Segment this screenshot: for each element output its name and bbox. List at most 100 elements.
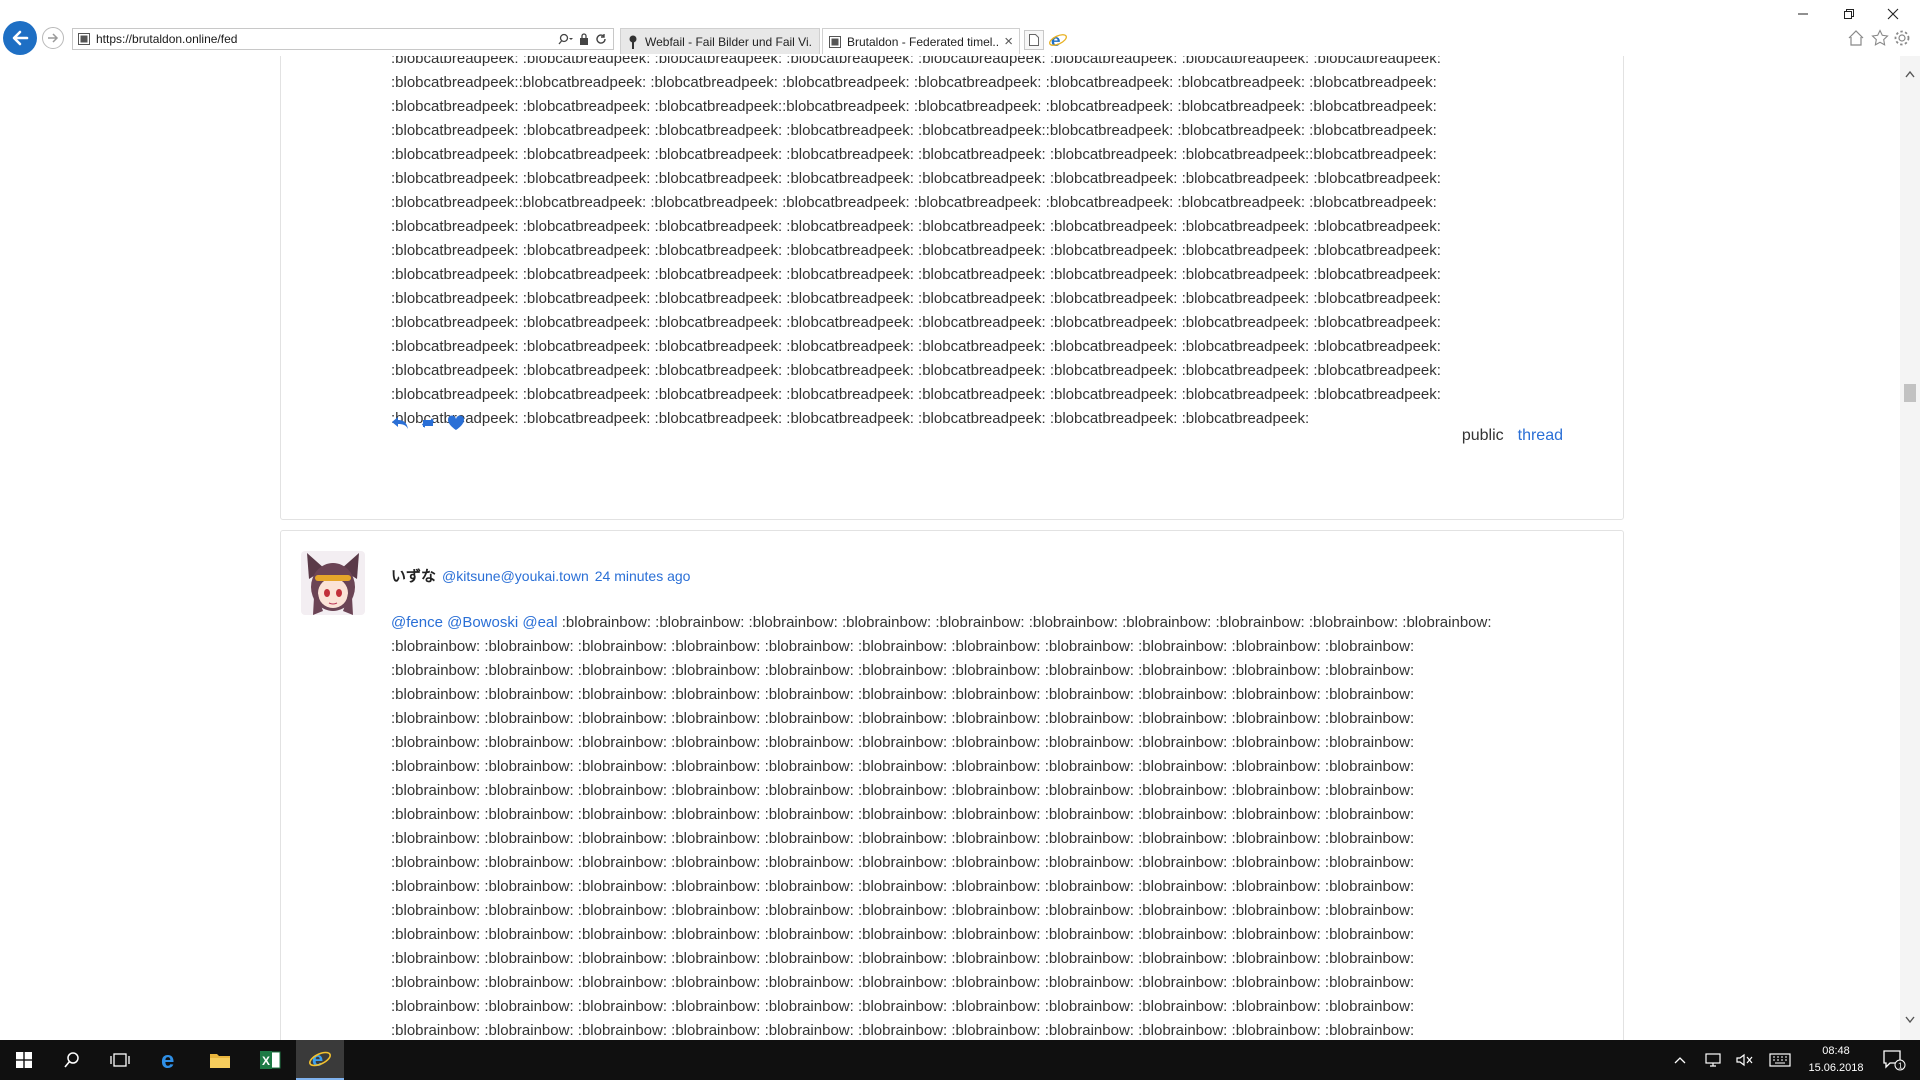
avatar[interactable]	[301, 551, 365, 615]
status-header: いずな @kitsune@youkai.town 24 minutes ago	[391, 565, 690, 586]
clock-date: 15.06.2018	[1808, 1062, 1864, 1074]
status-content-line: :blobrainbow: :blobrainbow: :blobrainbow…	[391, 782, 1415, 799]
status-card: :blobcatbreadpeek: :blobcatbreadpeek: :b…	[280, 56, 1624, 520]
timestamp-link[interactable]: 24 minutes ago	[595, 568, 691, 584]
svg-text:e: e	[161, 1049, 174, 1071]
status-content-line: :blobrainbow: :blobrainbow: :blobrainbow…	[391, 998, 1415, 1015]
taskbar-search-button[interactable]	[48, 1040, 96, 1080]
tab-webfail[interactable]: Webfail - Fail Bilder und Fail Vi...	[620, 28, 820, 54]
vertical-scrollbar[interactable]	[1900, 56, 1920, 1040]
status-content-line: :blobcatbreadpeek::blobcatbreadpeek: :bl…	[391, 74, 1437, 91]
status-content-line: :blobcatbreadpeek: :blobcatbreadpeek: :b…	[391, 122, 1437, 139]
scrollbar-thumb[interactable]	[1904, 384, 1916, 402]
notification-count: 1	[1898, 1062, 1903, 1071]
status-content-line: :blobrainbow: :blobrainbow: :blobrainbow…	[391, 638, 1415, 655]
status-content-line: :blobcatbreadpeek: :blobcatbreadpeek: :b…	[391, 146, 1437, 163]
action-center-button[interactable]: 1	[1874, 1040, 1914, 1080]
heart-icon	[447, 415, 465, 430]
search-icon	[64, 1052, 79, 1068]
touch-keyboard-button[interactable]	[1764, 1040, 1796, 1080]
network-button[interactable]	[1700, 1040, 1726, 1080]
status-content-line: :blobcatbreadpeek: :blobcatbreadpeek: :b…	[391, 170, 1441, 187]
tray-overflow-button[interactable]	[1668, 1040, 1692, 1080]
page-icon	[78, 33, 90, 45]
status-content-line: :blobrainbow: :blobrainbow: :blobrainbow…	[391, 734, 1415, 751]
ie-icon: e	[309, 1049, 331, 1071]
tab-label: Brutaldon - Federated timel...	[847, 34, 1001, 49]
browser-chrome: https://brutaldon.online/fed Webfail - F…	[0, 0, 1920, 56]
status-content-line: :blobrainbow: :blobrainbow: :blobrainbow…	[391, 854, 1415, 871]
status-content-line: :blobrainbow: :blobrainbow: :blobrainbow…	[391, 830, 1415, 847]
status-content: :blobcatbreadpeek: :blobcatbreadpeek: :b…	[391, 56, 1591, 431]
display-name[interactable]: いずな	[391, 565, 436, 586]
taskbar-file-explorer[interactable]	[196, 1040, 244, 1080]
status-content-line: :blobcatbreadpeek::blobcatbreadpeek: :bl…	[391, 194, 1437, 211]
status-content-line: :blobcatbreadpeek: :blobcatbreadpeek: :b…	[391, 242, 1441, 259]
volume-button[interactable]	[1732, 1040, 1758, 1080]
svg-text:X: X	[262, 1054, 270, 1068]
status-footer: public thread	[1462, 427, 1563, 445]
status-content-line: :blobcatbreadpeek: :blobcatbreadpeek: :b…	[391, 218, 1441, 235]
close-button[interactable]	[1878, 4, 1908, 24]
back-button[interactable]	[3, 21, 37, 55]
status-content-line: :blobcatbreadpeek: :blobcatbreadpeek: :b…	[391, 290, 1441, 307]
status-content-line: :blobrainbow: :blobrainbow: :blobrainbow…	[391, 878, 1415, 895]
volume-muted-icon	[1736, 1053, 1753, 1067]
new-tab-button[interactable]	[1024, 30, 1044, 50]
status-content-line: :blobrainbow: :blobrainbow: :blobrainbow…	[391, 950, 1415, 967]
status-content-line: :blobrainbow: :blobrainbow: :blobrainbow…	[391, 974, 1415, 991]
windows-start-icon	[16, 1052, 32, 1068]
minimize-icon	[1798, 13, 1808, 15]
taskbar-edge[interactable]: e	[146, 1040, 194, 1080]
gear-icon[interactable]	[1893, 29, 1911, 47]
chevron-up-icon	[1674, 1057, 1686, 1064]
search-dropdown[interactable]	[557, 33, 573, 45]
refresh-icon[interactable]	[595, 33, 607, 45]
home-icon[interactable]	[1847, 29, 1865, 47]
task-view-button[interactable]	[96, 1040, 144, 1080]
start-button[interactable]	[0, 1040, 48, 1080]
status-content-line: :blobcatbreadpeek: :blobcatbreadpeek: :b…	[391, 362, 1441, 379]
taskbar-excel[interactable]: X	[246, 1040, 294, 1080]
network-icon	[1705, 1053, 1721, 1067]
favourite-button[interactable]	[447, 415, 465, 431]
status-content-line: :blobcatbreadpeek: :blobcatbreadpeek: :b…	[391, 266, 1441, 283]
scroll-up-icon[interactable]	[1905, 70, 1915, 78]
boost-button[interactable]	[419, 415, 437, 431]
page-icon	[829, 35, 841, 48]
taskbar-clock[interactable]: 08:48 15.06.2018	[1800, 1043, 1872, 1077]
edge-icon: e	[161, 1049, 174, 1071]
restore-icon	[1844, 9, 1854, 19]
visibility-label: public	[1461, 427, 1504, 444]
keyboard-icon	[1769, 1053, 1791, 1067]
explorer-icon	[210, 1054, 230, 1068]
forward-button[interactable]	[42, 27, 64, 49]
restore-button[interactable]	[1834, 4, 1864, 24]
address-bar[interactable]: https://brutaldon.online/fed	[72, 28, 614, 50]
status-content: @fence @Bowoski @eal :blobrainbow: :blob…	[391, 611, 1591, 1040]
reply-button[interactable]	[391, 415, 409, 431]
account-handle-link[interactable]: @kitsune@youkai.town	[442, 568, 589, 584]
scroll-down-icon[interactable]	[1905, 1016, 1915, 1024]
mention-links[interactable]: @fence @Bowoski @eal	[391, 614, 558, 631]
status-content-line: :blobrainbow: :blobrainbow: :blobrainbow…	[391, 902, 1415, 919]
lock-icon[interactable]	[579, 33, 589, 45]
thread-link[interactable]: thread	[1518, 427, 1563, 445]
status-content-line: :blobrainbow: :blobrainbow: :blobrainbow…	[391, 662, 1415, 679]
minimize-button[interactable]	[1788, 4, 1818, 24]
status-content-text: :blobrainbow: :blobrainbow: :blobrainbow…	[561, 614, 1492, 631]
forward-arrow-icon	[48, 33, 59, 43]
star-icon[interactable]	[1871, 29, 1889, 47]
status-content-line: :blobrainbow: :blobrainbow: :blobrainbow…	[391, 926, 1415, 943]
task-view-icon	[110, 1053, 130, 1067]
url-text[interactable]: https://brutaldon.online/fed	[96, 32, 557, 46]
status-content-line: :blobcatbreadpeek: :blobcatbreadpeek: :b…	[391, 410, 1310, 427]
tab-close-icon[interactable]: ×	[1004, 33, 1013, 50]
svg-text:e: e	[1051, 31, 1060, 50]
status-content-line: :blobrainbow: :blobrainbow: :blobrainbow…	[391, 686, 1415, 703]
ie-icon[interactable]: e	[1048, 30, 1068, 50]
taskbar-internet-explorer[interactable]: e	[296, 1040, 344, 1080]
boost-icon	[422, 418, 434, 428]
tab-brutaldon[interactable]: Brutaldon - Federated timel... ×	[822, 28, 1020, 54]
status-card: いずな @kitsune@youkai.town 24 minutes ago …	[280, 530, 1624, 1040]
